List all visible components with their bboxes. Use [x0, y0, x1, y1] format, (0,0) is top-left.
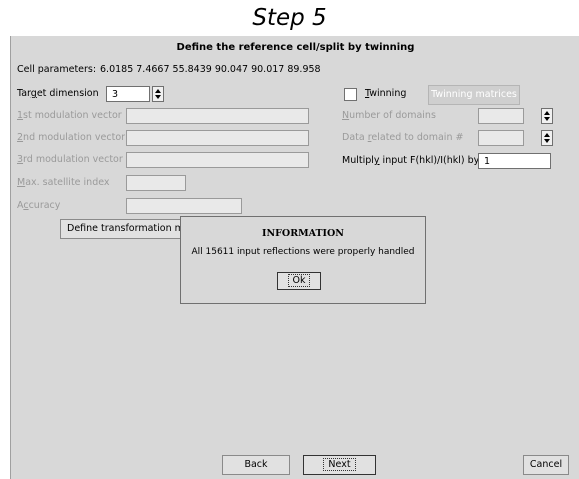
data-related-input[interactable]	[478, 130, 524, 146]
mod-vector-1-input[interactable]	[126, 108, 309, 124]
cell-parameters-value: 6.0185 7.4667 55.8439 90.047 90.017 89.9…	[100, 64, 321, 75]
number-of-domains-label: Number of domains	[342, 110, 436, 121]
twinning-label: Twinning	[365, 88, 407, 99]
mod-vector-3-input[interactable]	[126, 152, 309, 168]
cell-parameters-label: Cell parameters:	[17, 64, 97, 75]
back-button[interactable]: Back	[222, 455, 290, 475]
target-dimension-label: Target dimension	[17, 88, 99, 99]
information-dialog: INFORMATION All 15611 input reflections …	[180, 216, 426, 304]
accuracy-input[interactable]	[126, 198, 242, 214]
ok-button[interactable]: Ok	[277, 272, 321, 290]
multiply-label: Multiply input F(hkl)/I(hkl) by	[342, 155, 480, 166]
target-dimension-input[interactable]: 3	[106, 86, 150, 102]
twinning-matrices-button[interactable]: Twinning matrices	[428, 85, 520, 105]
twinning-checkbox[interactable]	[344, 88, 357, 101]
cancel-button[interactable]: Cancel	[523, 455, 569, 475]
mod-vector-3-label: 3rd modulation vector	[17, 154, 123, 165]
multiply-input[interactable]: 1	[478, 153, 551, 169]
data-related-label: Data related to domain #	[342, 132, 464, 143]
reference-cell-window: Define the reference cell/split by twinn…	[10, 36, 579, 479]
define-transformation-button[interactable]: Define transformation ma	[60, 219, 190, 239]
number-of-domains-input[interactable]	[478, 108, 524, 124]
dialog-title: INFORMATION	[262, 228, 344, 239]
mod-vector-2-input[interactable]	[126, 130, 309, 146]
next-button[interactable]: Next	[303, 455, 376, 475]
data-related-spinner[interactable]	[541, 130, 553, 146]
mod-vector-2-label: 2nd modulation vector	[17, 132, 126, 143]
max-satellite-input[interactable]	[126, 175, 186, 191]
mod-vector-1-label: 1st modulation vector	[17, 110, 122, 121]
window-title: Define the reference cell/split by twinn…	[176, 42, 415, 53]
dialog-message: All 15611 input reflections were properl…	[191, 247, 415, 257]
accuracy-label: Accuracy	[17, 200, 61, 211]
number-of-domains-spinner[interactable]	[541, 108, 553, 124]
step-caption: Step 5	[252, 5, 327, 31]
max-satellite-label: Max. satellite index	[17, 177, 110, 188]
target-dimension-spinner[interactable]	[152, 86, 164, 102]
